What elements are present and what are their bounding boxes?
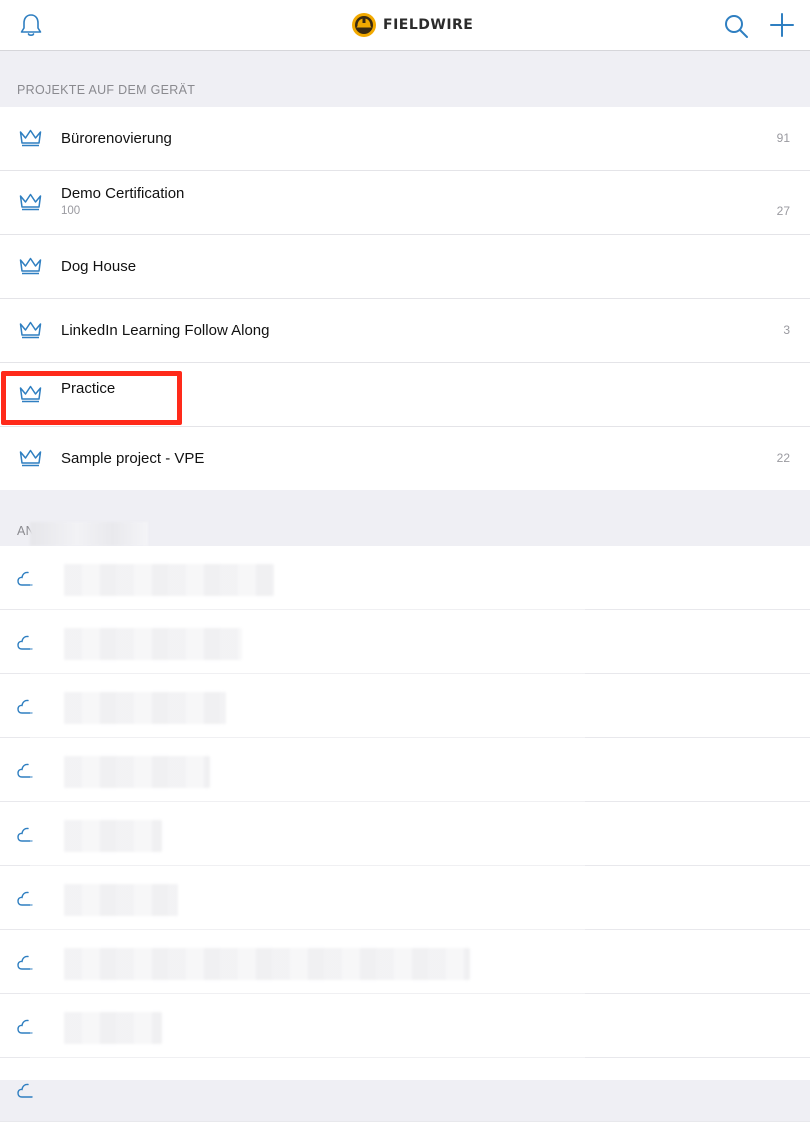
redacted-project-name bbox=[64, 1012, 162, 1044]
project-row[interactable]: Demo Certification 100 27 bbox=[0, 171, 810, 235]
other-project-list bbox=[0, 546, 810, 1122]
cloud-icon bbox=[17, 699, 33, 714]
project-name: Dog House bbox=[61, 258, 137, 275]
crown-icon bbox=[19, 321, 42, 339]
cloud-project-row[interactable] bbox=[0, 994, 810, 1058]
cloud-project-row[interactable] bbox=[0, 802, 810, 866]
project-name: Demo Certification bbox=[61, 185, 185, 202]
redacted-project-name bbox=[64, 820, 162, 852]
cloud-project-row[interactable] bbox=[0, 738, 810, 802]
cloud-project-row[interactable] bbox=[0, 546, 810, 610]
cloud-project-row[interactable] bbox=[0, 1058, 810, 1122]
cloud-project-row[interactable] bbox=[0, 674, 810, 738]
top-navigation-bar: FIELDWIRE bbox=[0, 0, 810, 51]
section-header-device-projects: PROJEKTE AUF DEM GERÄT bbox=[0, 51, 810, 107]
cloud-project-row[interactable] bbox=[0, 866, 810, 930]
hardhat-logo-icon bbox=[352, 13, 376, 37]
cloud-icon bbox=[17, 891, 33, 906]
device-project-list: Bürorenovierung 91 Demo Certification 10… bbox=[0, 107, 810, 491]
bell-icon[interactable] bbox=[17, 11, 45, 39]
project-count: 22 bbox=[776, 451, 790, 465]
redacted-project-name bbox=[64, 628, 242, 660]
redacted-project-name bbox=[64, 692, 226, 724]
project-row[interactable]: LinkedIn Learning Follow Along 3 bbox=[0, 299, 810, 363]
redacted-project-name bbox=[64, 948, 470, 980]
project-subtitle: 100 bbox=[61, 205, 81, 217]
crown-icon bbox=[19, 129, 42, 147]
crown-icon bbox=[19, 193, 42, 211]
brand-name: FIELDWIRE bbox=[383, 17, 474, 33]
project-row[interactable]: Dog House bbox=[0, 235, 810, 299]
cloud-icon bbox=[17, 1083, 33, 1098]
project-count: 3 bbox=[783, 323, 790, 337]
project-count: 27 bbox=[776, 204, 790, 218]
cloud-icon bbox=[17, 955, 33, 970]
cloud-project-row[interactable] bbox=[0, 930, 810, 994]
search-icon[interactable] bbox=[723, 13, 749, 39]
cloud-icon bbox=[17, 1019, 33, 1034]
project-row[interactable]: Bürorenovierung 91 bbox=[0, 107, 810, 171]
redacted-project-name bbox=[64, 564, 274, 596]
crown-icon bbox=[19, 257, 42, 275]
fieldwire-logo: FIELDWIRE bbox=[351, 12, 473, 38]
redacted-project-name bbox=[64, 756, 210, 788]
section-title: PROJEKTE AUF DEM GERÄT bbox=[17, 83, 196, 97]
crown-icon bbox=[19, 385, 42, 403]
plus-icon[interactable] bbox=[769, 12, 795, 38]
project-name: LinkedIn Learning Follow Along bbox=[61, 322, 270, 339]
project-name: Practice bbox=[61, 380, 116, 397]
redacted-project-name bbox=[64, 884, 178, 916]
cloud-icon bbox=[17, 827, 33, 842]
redacted-section-title bbox=[30, 522, 148, 546]
crown-icon bbox=[19, 449, 42, 467]
cloud-icon bbox=[17, 571, 33, 586]
project-name: Sample project - VPE bbox=[61, 450, 205, 467]
project-row[interactable]: Sample project - VPE 22 bbox=[0, 427, 810, 491]
cloud-icon bbox=[17, 635, 33, 650]
cloud-icon bbox=[17, 763, 33, 778]
cloud-project-row[interactable] bbox=[0, 610, 810, 674]
project-row-practice[interactable]: Practice bbox=[0, 363, 810, 427]
project-name: Bürorenovierung bbox=[61, 130, 172, 147]
project-count: 91 bbox=[776, 131, 790, 145]
